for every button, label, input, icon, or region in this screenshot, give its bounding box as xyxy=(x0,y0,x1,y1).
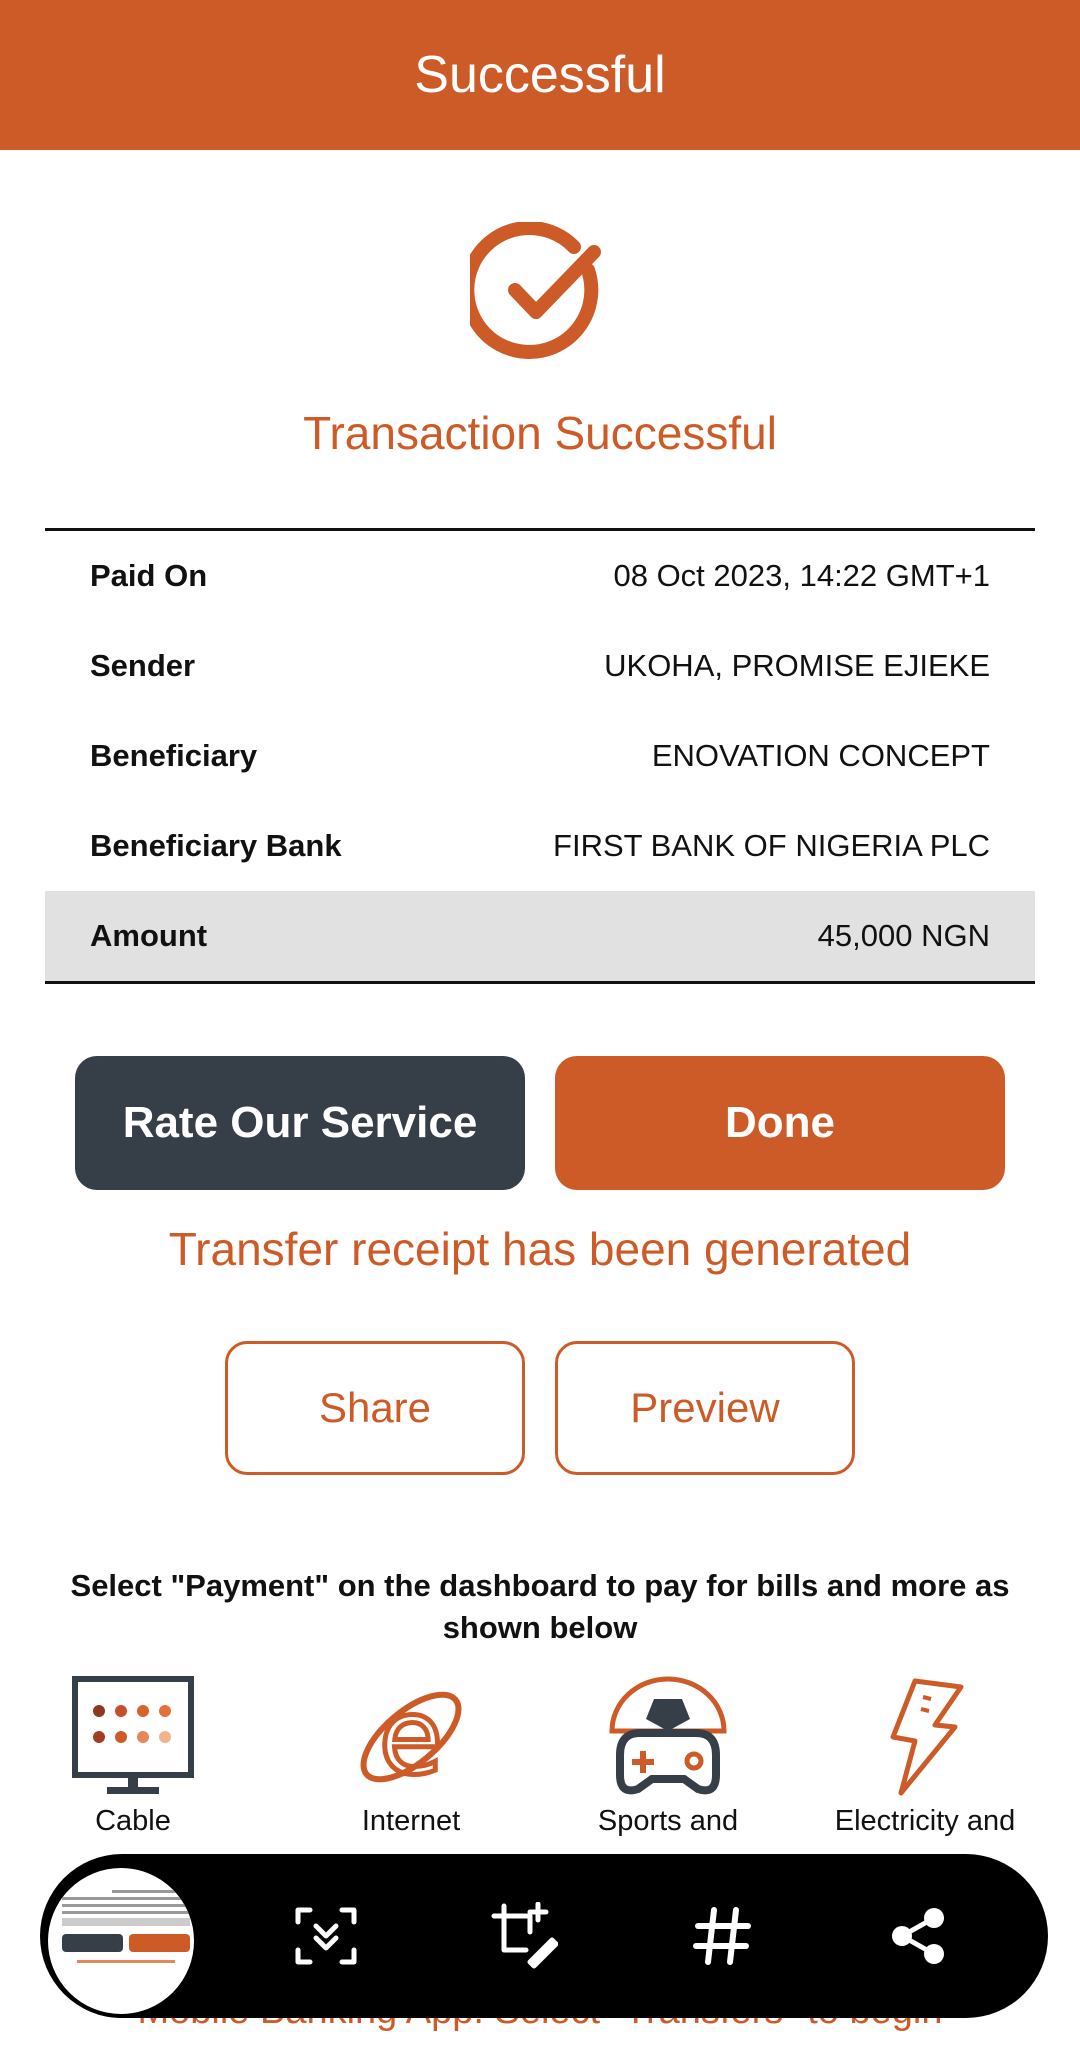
header-title: Successful xyxy=(414,46,666,104)
detail-value: UKOHA, PROMISE EJIEKE xyxy=(604,648,990,683)
share-receipt-button[interactable]: Share xyxy=(225,1341,525,1475)
detail-label: Amount xyxy=(90,918,208,953)
lightning-icon xyxy=(890,1678,964,1796)
bill-services: Cable e Internet Sports and Electricity … xyxy=(0,1675,1080,1855)
thumb-line xyxy=(62,1918,190,1926)
thumb-line xyxy=(62,1911,190,1914)
internet-explorer-icon: e xyxy=(360,1675,462,1799)
detail-label: Paid On xyxy=(90,558,208,593)
thumb-buttons xyxy=(62,1934,190,1952)
thumb-line xyxy=(62,1904,190,1907)
payment-promo-text: Select "Payment" on the dashboard to pay… xyxy=(70,1568,1010,1645)
app-header: Successful xyxy=(0,0,1080,150)
service-cable: Cable xyxy=(8,1675,258,1838)
service-internet: e Internet xyxy=(286,1675,536,1838)
screenshot-thumbnail[interactable] xyxy=(44,1864,198,2018)
detail-label: Beneficiary Bank xyxy=(90,828,342,863)
detail-row-sender: Sender UKOHA, PROMISE EJIEKE xyxy=(45,621,1035,711)
thumbnail-preview xyxy=(56,1886,194,1967)
service-label: Internet xyxy=(361,1805,461,1837)
service-label: Electricity and xyxy=(834,1805,1016,1837)
detail-row-beneficiary: Beneficiary ENOVATION CONCEPT xyxy=(45,711,1035,801)
hashtag-icon[interactable] xyxy=(686,1900,758,1972)
detail-label: Sender xyxy=(90,648,196,683)
detail-value: 08 Oct 2023, 14:22 GMT+1 xyxy=(613,558,990,593)
detail-label: Beneficiary xyxy=(90,738,258,773)
preview-receipt-button[interactable]: Preview xyxy=(555,1341,855,1475)
sports-gaming-icon xyxy=(609,1676,727,1795)
service-sports: Sports and xyxy=(543,1675,793,1838)
done-button[interactable]: Done xyxy=(555,1056,1005,1190)
service-label: Sports and xyxy=(597,1805,739,1837)
detail-row-amount: Amount 45,000 NGN xyxy=(45,891,1035,981)
tv-icon xyxy=(72,1676,194,1794)
thumb-done-button xyxy=(129,1934,190,1952)
detail-row-paid-on: Paid On 08 Oct 2023, 14:22 GMT+1 xyxy=(45,531,1035,621)
receipt-message: Transfer receipt has been generated xyxy=(168,1223,912,1275)
service-label: Cable xyxy=(95,1805,171,1837)
svg-text:e: e xyxy=(379,1676,443,1798)
thumb-rate-button xyxy=(62,1934,123,1952)
detail-row-beneficiary-bank: Beneficiary Bank FIRST BANK OF NIGERIA P… xyxy=(45,801,1035,891)
detail-value: FIRST BANK OF NIGERIA PLC xyxy=(553,828,990,863)
transaction-status-title: Transaction Successful xyxy=(303,407,777,459)
share-icon[interactable] xyxy=(882,1900,954,1972)
service-electricity: Electricity and xyxy=(800,1675,1050,1838)
transaction-details: Paid On 08 Oct 2023, 14:22 GMT+1 Sender … xyxy=(45,528,1035,984)
check-circle-icon xyxy=(460,220,610,362)
scroll-capture-icon[interactable] xyxy=(290,1900,362,1972)
thumb-line xyxy=(62,1897,190,1900)
thumb-line xyxy=(112,1890,194,1893)
thumb-line xyxy=(77,1960,175,1963)
detail-value: ENOVATION CONCEPT xyxy=(651,738,990,773)
rate-service-button[interactable]: Rate Our Service xyxy=(75,1056,525,1190)
crop-edit-icon[interactable] xyxy=(488,1900,560,1972)
detail-value: 45,000 NGN xyxy=(817,918,990,953)
